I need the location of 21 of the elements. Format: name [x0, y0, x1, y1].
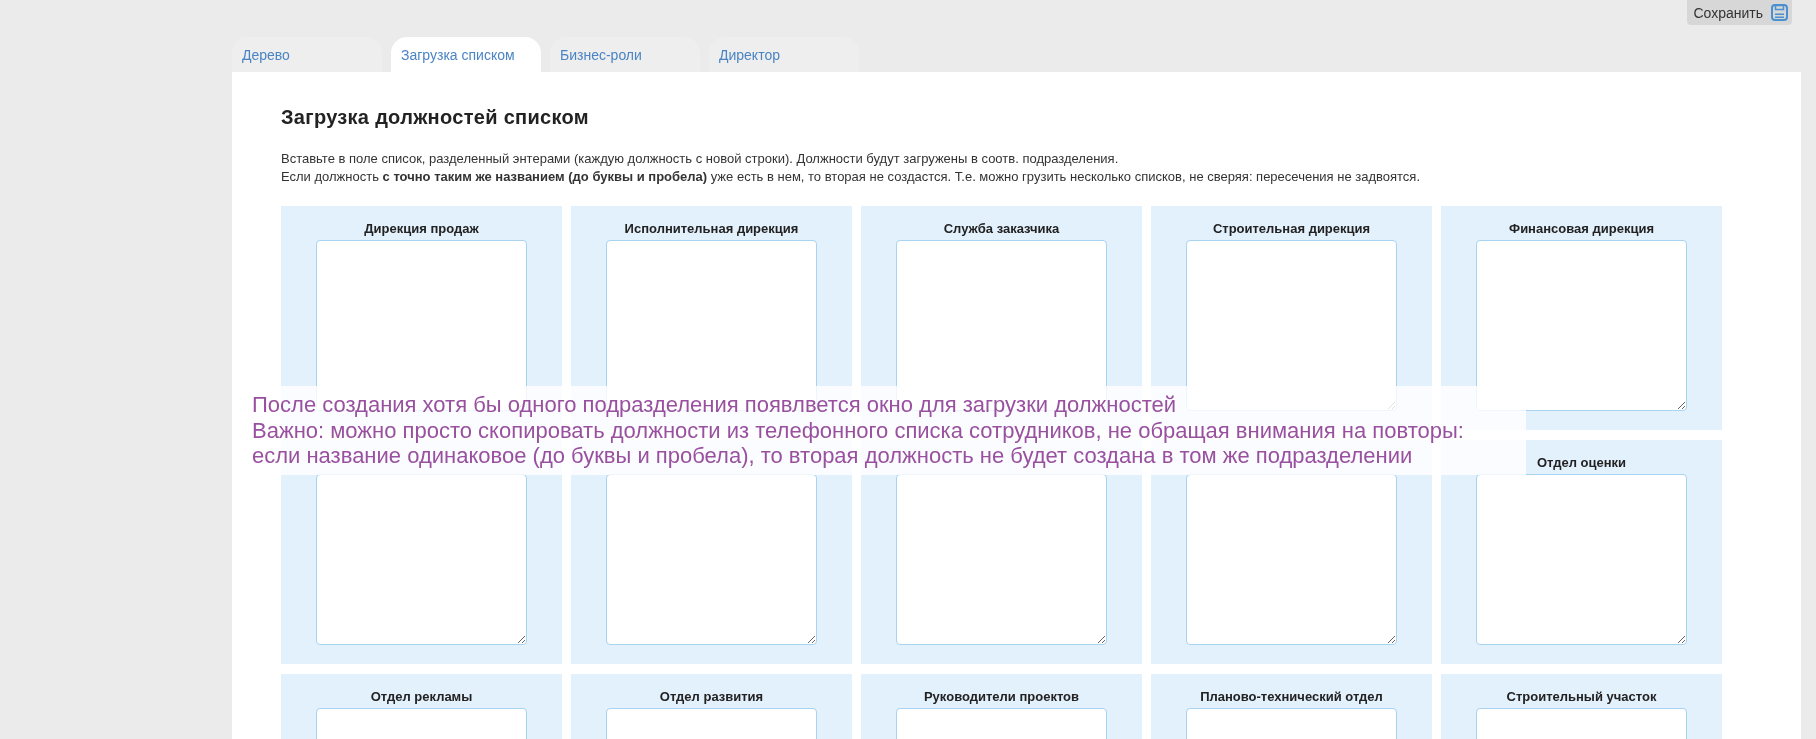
- tab[interactable]: Загрузка списком: [391, 37, 541, 72]
- department-name: Строительный участок: [1506, 689, 1657, 705]
- department-name: Отдел развития: [659, 689, 764, 705]
- department-name: Строительная дирекция: [1212, 221, 1371, 237]
- annotation-text: После создания хотя бы одного подразделения появлвется окно для загрузки должностей: [252, 392, 1178, 418]
- save-icon: [1771, 4, 1788, 21]
- department-name: Руководители проектов: [923, 689, 1080, 705]
- annotation-text: Важно: можно просто скопировать должности из телефонного списка сотрудников, не обращая внимания на повторы:: [252, 417, 1465, 443]
- positions-text-area[interactable]: [1476, 474, 1687, 645]
- department-name: Дирекция продаж: [364, 221, 479, 237]
- description-text: Вставьте в поле список, разделенный энтерами (каждую должность с новой строки). Должности будут загружены в соотв. подразделения.: [281, 150, 1120, 168]
- department-name: Планово-технический отдел: [1200, 689, 1383, 705]
- department-name: Исполнительная дирекция: [624, 221, 799, 237]
- save-button[interactable]: Сохранить: [1687, 0, 1792, 25]
- section-title: Загрузка должностей списком: [281, 106, 590, 128]
- department-name: Отдел рекламы: [370, 689, 473, 705]
- department-name: Служба заказчика: [943, 221, 1060, 237]
- description-text: Если должность с точно таким же названием (до буквы и пробела) уже есть в нем, то вторая не создастся. Т.е. можно грузить несколько списков, не сверяя: пересечения не задвоятся.: [281, 168, 1421, 186]
- department-name: Финансовая дирекция: [1509, 221, 1654, 237]
- department-name: Отдел оценки: [1536, 455, 1627, 471]
- annotation-text: если название одинаковое (до буквы и пробела), то вторая должность не будет создана в том же подразделении: [252, 443, 1414, 469]
